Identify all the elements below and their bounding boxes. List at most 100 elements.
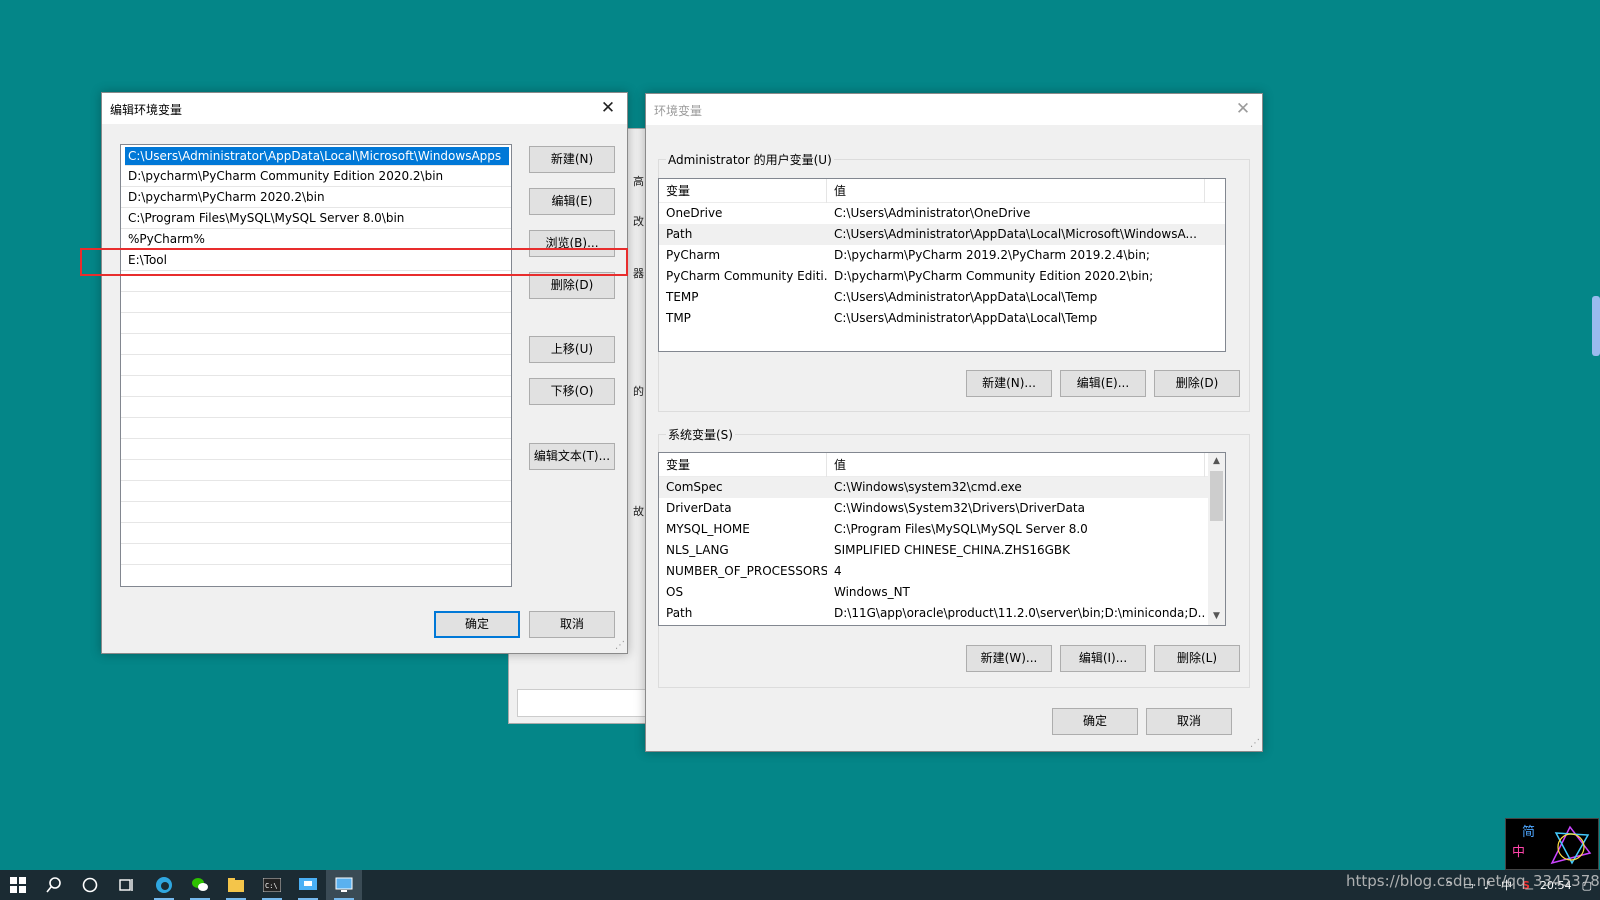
system-vars-label: 系统变量(S) xyxy=(666,426,735,443)
empty-row[interactable] xyxy=(121,271,511,292)
var-name: PyCharm xyxy=(666,248,721,262)
table-row[interactable]: DriverData C:\Windows\System32\Drivers\Dr… xyxy=(659,498,1225,519)
cortana-icon[interactable] xyxy=(72,870,108,900)
system-properties-icon[interactable] xyxy=(326,870,362,900)
scroll-up-icon[interactable]: ▲ xyxy=(1208,453,1225,470)
var-name: MYSQL_HOME xyxy=(666,522,750,536)
delete-button[interactable]: 删除(D) xyxy=(529,272,615,299)
new-button[interactable]: 新建(N) xyxy=(529,146,615,173)
ok-button[interactable]: 确定 xyxy=(434,611,520,638)
empty-row[interactable] xyxy=(121,502,511,523)
list-item[interactable]: E:\Tool xyxy=(121,250,511,271)
var-name: TMP xyxy=(666,311,691,325)
move-up-button[interactable]: 上移(U) xyxy=(529,336,615,363)
list-item[interactable]: C:\Program Files\MySQL\MySQL Server 8.0\… xyxy=(121,208,511,229)
table-header: 变量 值 xyxy=(659,453,1225,477)
empty-row[interactable] xyxy=(121,418,511,439)
empty-row[interactable] xyxy=(121,313,511,334)
dialog-title: 编辑环境变量 xyxy=(110,103,183,117)
close-icon[interactable]: ✕ xyxy=(1230,97,1256,121)
path-list[interactable]: C:\Users\Administrator\AppData\Local\Mic… xyxy=(120,144,512,587)
edge-browser-icon[interactable] xyxy=(146,870,182,900)
table-row[interactable]: OneDrive C:\Users\Administrator\OneDrive xyxy=(659,203,1225,224)
var-name: TEMP xyxy=(666,290,699,304)
scroll-thumb[interactable] xyxy=(1210,471,1223,521)
file-explorer-icon[interactable] xyxy=(218,870,254,900)
empty-row[interactable] xyxy=(121,292,511,313)
windows-start-icon[interactable] xyxy=(0,870,36,900)
side-scroll-indicator[interactable] xyxy=(1592,296,1600,356)
browse-button[interactable]: 浏览(B)... xyxy=(529,230,615,257)
empty-row[interactable] xyxy=(121,523,511,544)
table-header: 变量 值 xyxy=(659,179,1225,203)
command-prompt-icon[interactable]: C:\ xyxy=(254,870,290,900)
scroll-down-icon[interactable]: ▼ xyxy=(1208,608,1225,625)
var-name: Path xyxy=(666,227,693,241)
remote-desktop-icon[interactable] xyxy=(290,870,326,900)
empty-row[interactable] xyxy=(121,397,511,418)
list-item[interactable]: D:\pycharm\PyCharm 2020.2\bin xyxy=(121,187,511,208)
empty-row[interactable] xyxy=(121,334,511,355)
ime-mode-label: 简 xyxy=(1522,825,1536,840)
column-header-value[interactable]: 值 xyxy=(827,179,1205,203)
column-header-variable[interactable]: 变量 xyxy=(659,179,827,203)
list-item[interactable]: %PyCharm% xyxy=(121,229,511,250)
cancel-button[interactable]: 取消 xyxy=(1146,708,1232,735)
move-down-button[interactable]: 下移(O) xyxy=(529,378,615,405)
list-item[interactable]: D:\pycharm\PyCharm Community Edition 202… xyxy=(121,166,511,187)
system-edit-button[interactable]: 编辑(I)... xyxy=(1060,645,1146,672)
task-view-icon[interactable] xyxy=(108,870,144,900)
var-name: PyCharm Community Editi... xyxy=(666,269,827,283)
system-vars-table[interactable]: 变量 值 ComSpec C:\Windows\system32\cmd.exe … xyxy=(658,452,1226,626)
user-edit-button[interactable]: 编辑(E)... xyxy=(1060,370,1146,397)
system-delete-button[interactable]: 删除(L) xyxy=(1154,645,1240,672)
ime-logo-icon xyxy=(1550,825,1592,865)
empty-row[interactable] xyxy=(121,460,511,481)
table-row[interactable]: ComSpec C:\Windows\system32\cmd.exe xyxy=(659,477,1225,498)
empty-row[interactable] xyxy=(121,544,511,565)
user-vars-table[interactable]: 变量 值 OneDrive C:\Users\Administrator\OneD… xyxy=(658,178,1226,352)
resize-grip-icon[interactable]: ⋰ xyxy=(615,641,625,651)
system-new-button[interactable]: 新建(W)... xyxy=(966,645,1052,672)
table-row[interactable]: Path D:\11G\app\oracle\product\11.2.0\ser… xyxy=(659,603,1225,624)
empty-row[interactable] xyxy=(121,481,511,502)
user-new-button[interactable]: 新建(N)... xyxy=(966,370,1052,397)
wechat-icon[interactable] xyxy=(182,870,218,900)
fragment-text: 的 xyxy=(633,385,644,398)
empty-row[interactable] xyxy=(121,355,511,376)
var-value: 4 xyxy=(834,564,842,578)
column-header-value[interactable]: 值 xyxy=(827,453,1205,477)
table-row[interactable]: OS Windows_NT xyxy=(659,582,1225,603)
table-row[interactable]: TEMP C:\Users\Administrator\AppData\Local… xyxy=(659,287,1225,308)
var-value: C:\Windows\System32\Drivers\DriverData xyxy=(834,501,1085,515)
table-row[interactable]: NLS_LANG SIMPLIFIED CHINESE_CHINA.ZHS16GB… xyxy=(659,540,1225,561)
user-delete-button[interactable]: 删除(D) xyxy=(1154,370,1240,397)
column-header-variable[interactable]: 变量 xyxy=(659,453,827,477)
table-row[interactable]: MYSQL_HOME C:\Program Files\MySQL\MySQL S… xyxy=(659,519,1225,540)
ok-button[interactable]: 确定 xyxy=(1052,708,1138,735)
empty-row[interactable] xyxy=(121,439,511,460)
close-icon[interactable]: ✕ xyxy=(595,96,621,120)
table-row[interactable]: Path C:\Users\Administrator\AppData\Local… xyxy=(659,224,1225,245)
ime-widget[interactable]: 简 中 xyxy=(1505,818,1599,870)
var-value: SIMPLIFIED CHINESE_CHINA.ZHS16GBK xyxy=(834,543,1071,557)
edit-text-button[interactable]: 编辑文本(T)... xyxy=(529,443,615,470)
table-row[interactable]: PyCharm D:\pycharm\PyCharm 2019.2\PyCharm… xyxy=(659,245,1225,266)
svg-text:C:\: C:\ xyxy=(265,882,278,890)
fragment-panel xyxy=(517,689,647,717)
fragment-text: 故 xyxy=(633,505,644,518)
env-vars-dialog: 环境变量 ✕ Administrator 的用户变量(U) 变量 值 OneDr… xyxy=(645,93,1263,752)
vertical-scrollbar[interactable]: ▲ ▼ xyxy=(1208,453,1225,625)
resize-grip-icon[interactable]: ⋰ xyxy=(1250,739,1260,749)
empty-row[interactable] xyxy=(121,376,511,397)
user-vars-label: Administrator 的用户变量(U) xyxy=(666,151,834,168)
table-row[interactable]: TMP C:\Users\Administrator\AppData\Local\… xyxy=(659,308,1225,329)
search-icon[interactable] xyxy=(36,870,72,900)
cancel-button[interactable]: 取消 xyxy=(529,611,615,638)
table-row[interactable]: PyCharm Community Editi... D:\pycharm\PyC… xyxy=(659,266,1225,287)
list-item[interactable]: C:\Users\Administrator\AppData\Local\Mic… xyxy=(125,147,509,166)
table-row[interactable]: NUMBER_OF_PROCESSORS 4 xyxy=(659,561,1225,582)
edit-button[interactable]: 编辑(E) xyxy=(529,188,615,215)
var-name: OneDrive xyxy=(666,206,723,220)
var-name: ComSpec xyxy=(666,480,723,494)
